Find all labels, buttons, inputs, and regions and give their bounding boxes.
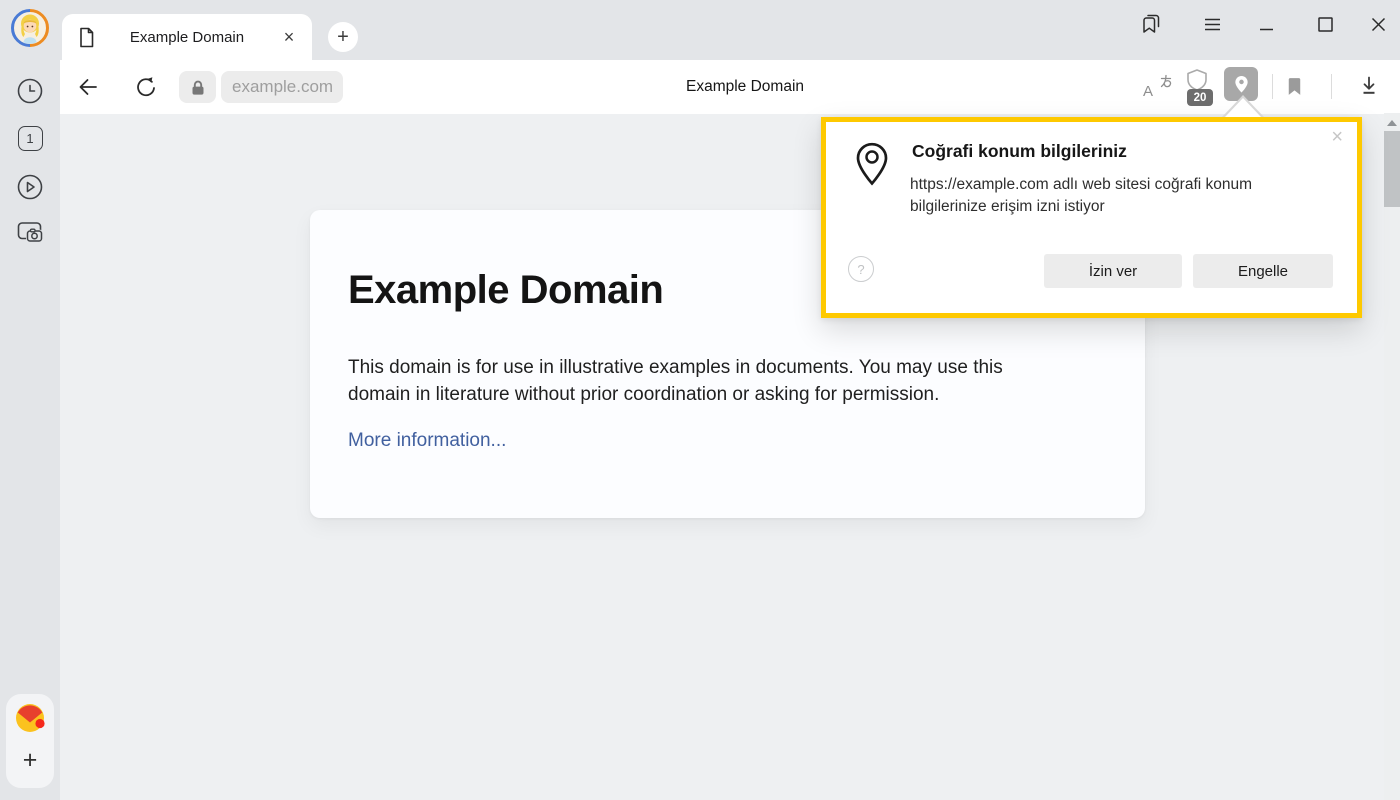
screenshot-camera-icon	[15, 218, 45, 246]
bookmark-flag-icon	[1287, 76, 1302, 97]
hamburger-icon	[1205, 18, 1220, 31]
history-button[interactable]	[0, 77, 60, 105]
close-icon: ×	[284, 27, 295, 48]
bookmarks-panel-button[interactable]	[1136, 0, 1166, 48]
popup-close-button[interactable]: ×	[1327, 124, 1347, 151]
back-arrow-icon	[76, 75, 100, 99]
screenshot-button[interactable]	[0, 218, 60, 246]
translate-kana-icon	[1159, 74, 1173, 89]
geolocation-permission-popup: × Coğrafi konum bilgileriniz https://exa…	[821, 117, 1362, 318]
mail-app-button[interactable]	[14, 702, 46, 734]
scrollbar-thumb[interactable]	[1384, 131, 1400, 207]
close-icon	[1371, 17, 1386, 32]
sidebar: 1	[0, 0, 60, 800]
block-button[interactable]: Engelle	[1193, 254, 1333, 288]
browser-window: 1	[0, 0, 1400, 800]
adblock-button[interactable]: 20	[1184, 68, 1216, 106]
toolbar-divider	[1272, 74, 1273, 99]
adblock-counter-badge: 20	[1187, 89, 1213, 106]
address-bar[interactable]: example.com	[221, 71, 343, 103]
page-title-center: Example Domain	[686, 60, 804, 114]
tab-example-domain[interactable]: Example Domain ×	[62, 14, 312, 60]
page-heading: Example Domain	[348, 268, 663, 313]
plus-icon: +	[23, 746, 38, 775]
media-play-button[interactable]	[0, 173, 60, 201]
site-security-button[interactable]	[179, 71, 216, 103]
popup-message: https://example.com adlı web sitesi coğr…	[910, 174, 1285, 218]
minimize-icon	[1259, 17, 1274, 32]
page-paragraph: This domain is for use in illustrative e…	[348, 354, 1050, 408]
location-pin-outline-icon	[855, 142, 889, 188]
back-button[interactable]	[74, 73, 102, 101]
tab-title: Example Domain	[62, 14, 312, 60]
mail-icon	[14, 702, 46, 734]
popup-caret	[1225, 98, 1261, 117]
reload-button[interactable]	[131, 73, 159, 101]
download-icon	[1357, 74, 1381, 98]
more-information-link[interactable]: More information...	[348, 430, 506, 452]
toolbar: example.com Example Domain A 20	[60, 60, 1400, 114]
popup-title: Coğrafi konum bilgileriniz	[912, 141, 1127, 162]
bookmark-button[interactable]	[1282, 72, 1306, 100]
translate-a-glyph: A	[1143, 83, 1153, 100]
question-mark-icon: ?	[857, 262, 864, 277]
reload-icon	[133, 75, 158, 100]
maximize-button[interactable]	[1310, 0, 1340, 48]
avatar-icon	[11, 9, 49, 47]
toolbar-divider	[1331, 74, 1332, 99]
minimize-button[interactable]	[1251, 0, 1281, 48]
tab-strip: Example Domain × +	[60, 0, 1400, 60]
bookmarks-stack-icon	[1139, 12, 1163, 36]
sidebar-apps-panel: +	[6, 694, 54, 788]
vertical-scrollbar[interactable]	[1384, 113, 1400, 800]
close-icon: ×	[1331, 126, 1343, 148]
location-pin-icon	[1233, 74, 1250, 95]
maximize-icon	[1318, 17, 1333, 32]
downloads-button[interactable]	[1355, 72, 1383, 100]
tab-count: 1	[26, 131, 33, 146]
close-window-button[interactable]	[1363, 0, 1393, 48]
plus-icon: +	[337, 26, 349, 49]
tab-counter-icon: 1	[18, 126, 43, 151]
profile-avatar[interactable]	[11, 9, 49, 47]
scroll-up-arrow-icon[interactable]	[1387, 120, 1397, 126]
play-icon	[16, 173, 44, 201]
lock-icon	[190, 79, 206, 96]
new-tab-button[interactable]: +	[328, 22, 358, 52]
allow-button[interactable]: İzin ver	[1044, 254, 1182, 288]
clock-icon	[16, 77, 44, 105]
help-button[interactable]: ?	[848, 256, 874, 282]
add-app-button[interactable]: +	[6, 740, 54, 780]
tabs-panel-button[interactable]: 1	[0, 126, 60, 151]
popup-origin: https://example.com	[910, 176, 1049, 193]
adblock-count: 20	[1194, 92, 1207, 104]
translate-button[interactable]: A	[1143, 74, 1173, 102]
tab-close-button[interactable]: ×	[278, 14, 300, 60]
url-text: example.com	[232, 77, 333, 97]
menu-button[interactable]	[1197, 0, 1227, 48]
